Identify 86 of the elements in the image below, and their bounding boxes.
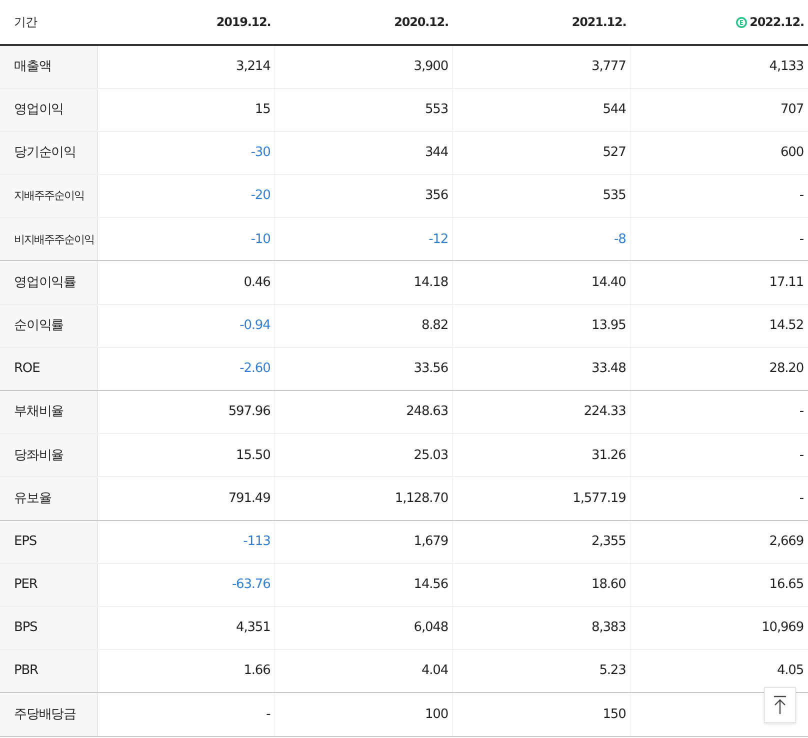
row-label: 주당배당금 [14, 706, 76, 722]
value-text: 0.46 [244, 274, 270, 290]
column-header: 2019.12. [216, 15, 271, 29]
row-label: 부채비율 [14, 404, 64, 420]
value-text: 1,128.70 [394, 490, 448, 506]
value-text: 10,969 [762, 620, 804, 636]
row-label: PBR [14, 663, 38, 678]
value-text: 150 [602, 706, 626, 722]
value-text: -30 [250, 145, 270, 160]
value-text: 597.96 [228, 404, 270, 420]
value-text: 33.56 [414, 361, 448, 376]
value-text: 791.49 [228, 490, 270, 506]
value-text: - [266, 706, 270, 722]
value-text: -113 [243, 534, 270, 549]
value-text: - [799, 404, 804, 420]
value-text: 15.50 [236, 448, 270, 463]
value-text: -12 [428, 232, 448, 247]
value-text: 14.40 [592, 274, 626, 290]
value-text: - [799, 232, 804, 247]
value-text: 14.56 [414, 577, 448, 592]
column-header: 기간 [14, 15, 37, 29]
column-header: 2022.12. [750, 15, 804, 29]
value-text: 3,214 [236, 59, 270, 74]
value-text: -2.60 [240, 361, 270, 376]
value-text: 553 [424, 102, 448, 118]
scroll-top-button[interactable] [764, 687, 796, 723]
row-label: 영업이익 [14, 102, 64, 118]
value-text: 15 [254, 102, 270, 118]
value-text: 4,133 [769, 59, 804, 74]
value-text: - [799, 490, 804, 506]
arrow-up-icon [773, 695, 787, 715]
value-text: 3,777 [592, 59, 626, 74]
value-text: 1.66 [244, 663, 270, 678]
value-text: 31.26 [592, 448, 626, 463]
column-header: 2021.12. [572, 15, 626, 29]
value-text: 344 [424, 145, 448, 160]
value-text: 1,679 [414, 534, 448, 549]
row-label: ROE [14, 361, 40, 376]
value-text: 2,355 [592, 534, 626, 549]
value-text: 527 [602, 145, 626, 160]
row-label: 지배주주순이익 [14, 189, 84, 202]
row-label: 유보율 [14, 490, 52, 506]
value-text: 33.48 [592, 361, 626, 376]
row-label: BPS [14, 620, 38, 636]
value-text: 5.23 [599, 663, 626, 678]
value-text: 2,669 [769, 534, 804, 549]
value-text: 8,383 [592, 620, 626, 636]
value-text: 17.11 [769, 274, 804, 290]
value-text: 248.63 [406, 404, 448, 420]
value-text: 100 [424, 706, 448, 722]
value-text: 4.04 [421, 663, 448, 678]
value-text: 544 [602, 102, 626, 118]
value-text: -63.76 [232, 577, 270, 592]
value-text: 707 [780, 102, 804, 118]
value-text: - [799, 188, 804, 204]
value-text: 4,351 [236, 620, 270, 636]
value-text: 6,048 [414, 620, 448, 636]
row-label: 영업이익률 [14, 274, 76, 290]
value-text: 535 [602, 188, 626, 204]
value-text: 18.60 [592, 577, 626, 592]
value-text: 28.20 [769, 361, 804, 376]
column-header: 2020.12. [394, 15, 448, 29]
value-text: 600 [780, 145, 804, 160]
value-text: 25.03 [414, 448, 448, 463]
value-text: 1,577.19 [572, 490, 626, 506]
value-text: - [799, 448, 804, 463]
row-label: 비지배주주순이익 [14, 232, 94, 246]
row-label: 당좌비율 [14, 448, 64, 463]
value-text: -20 [250, 188, 270, 204]
value-text: 14.18 [414, 274, 448, 290]
value-text: -10 [250, 232, 270, 247]
row-label: PER [14, 577, 38, 592]
row-label: 매출액 [14, 59, 52, 74]
row-label: 순이익률 [14, 318, 64, 333]
row-label: 당기순이익 [14, 145, 76, 160]
value-text: -0.94 [240, 318, 270, 333]
value-text: 4.05 [776, 663, 804, 678]
value-text: 16.65 [769, 577, 804, 592]
value-text: 356 [424, 188, 448, 204]
row-label: EPS [14, 534, 37, 549]
value-text: 13.95 [592, 318, 626, 333]
value-text: 8.82 [421, 318, 448, 333]
value-text: 224.33 [584, 404, 626, 420]
value-text: 3,900 [414, 59, 448, 74]
value-text: -8 [614, 232, 626, 247]
value-text: 14.52 [769, 318, 804, 333]
